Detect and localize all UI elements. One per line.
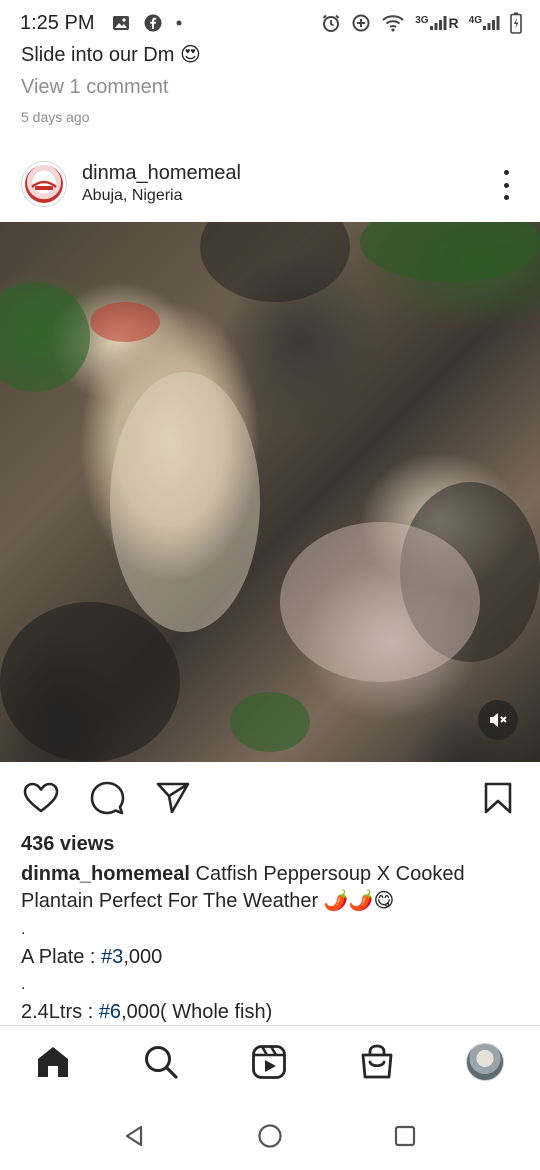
post-location[interactable]: Abuja, Nigeria bbox=[82, 187, 183, 205]
comment-icon bbox=[90, 781, 125, 815]
home-system-button[interactable] bbox=[255, 1121, 285, 1151]
fish-region bbox=[280, 522, 480, 682]
brand-logo bbox=[25, 165, 63, 203]
post-timestamp: 5 days ago bbox=[21, 109, 90, 125]
leaf-region bbox=[0, 282, 90, 392]
leaf-region bbox=[230, 692, 310, 752]
nav-reels[interactable] bbox=[249, 1042, 289, 1082]
caption-separator: . bbox=[21, 976, 26, 993]
price-value: ,000 bbox=[123, 946, 163, 968]
profile-avatar bbox=[466, 1043, 504, 1081]
mobile-signal-2: 4G bbox=[469, 15, 500, 31]
caption-separator: . bbox=[21, 921, 26, 938]
roaming-label: R bbox=[448, 15, 459, 31]
post-actions bbox=[0, 776, 540, 820]
status-time: 1:25 PM bbox=[20, 11, 95, 34]
price-value: ,000( Whole fish) bbox=[121, 1001, 273, 1023]
bookmark-icon bbox=[484, 782, 512, 814]
heart-icon bbox=[23, 782, 59, 813]
recents-square-icon bbox=[394, 1125, 416, 1147]
network-3g-label: 3G bbox=[415, 15, 429, 26]
back-button[interactable] bbox=[119, 1121, 149, 1151]
shop-icon bbox=[361, 1044, 393, 1079]
back-triangle-icon bbox=[125, 1125, 143, 1147]
wifi-icon bbox=[381, 13, 405, 33]
comment-button[interactable] bbox=[87, 778, 127, 818]
status-system-icons: 3G R 4G bbox=[321, 12, 522, 34]
mute-button[interactable] bbox=[478, 700, 518, 740]
network-4g-label: 4G bbox=[468, 15, 482, 26]
post-header: dinma_homemeal Abuja, Nigeria bbox=[0, 154, 540, 220]
nav-home[interactable] bbox=[33, 1042, 73, 1082]
view-count: 436 views bbox=[21, 833, 115, 855]
mobile-signal-1: 3G R bbox=[415, 15, 458, 31]
home-icon bbox=[38, 1047, 68, 1077]
save-button[interactable] bbox=[478, 778, 518, 818]
recents-button[interactable] bbox=[390, 1121, 420, 1151]
status-bar: 1:25 PM 3G R 4G bbox=[0, 0, 540, 46]
like-button[interactable] bbox=[21, 778, 61, 818]
post-video[interactable] bbox=[0, 222, 540, 762]
status-notification-icons bbox=[112, 14, 182, 32]
home-circle-icon bbox=[258, 1124, 282, 1148]
nav-search[interactable] bbox=[141, 1042, 181, 1082]
nav-profile[interactable] bbox=[465, 1042, 505, 1082]
price-label: A Plate : bbox=[21, 946, 102, 968]
alarm-icon bbox=[321, 13, 341, 33]
facebook-icon bbox=[144, 14, 162, 32]
post-caption: dinma_homemeal Catfish Peppersoup X Cook… bbox=[21, 861, 521, 915]
more-options-icon[interactable] bbox=[494, 170, 518, 200]
post-username[interactable]: dinma_homemeal bbox=[82, 162, 241, 185]
hashtag-link[interactable]: #6 bbox=[99, 1001, 121, 1023]
gallery-icon bbox=[112, 15, 130, 31]
bottom-navigation bbox=[0, 1025, 540, 1099]
dot-icon bbox=[176, 20, 182, 26]
battery-icon bbox=[510, 12, 522, 34]
previous-post-caption: Slide into our Dm 😍 bbox=[21, 44, 201, 66]
hashtag-link[interactable]: #3 bbox=[101, 946, 123, 968]
fish-region bbox=[110, 372, 260, 632]
leaf-region bbox=[360, 222, 540, 282]
price-label: 2.4Ltrs : bbox=[21, 1001, 99, 1023]
signal-bars-icon bbox=[483, 16, 500, 30]
view-comments-link[interactable]: View 1 comment bbox=[21, 76, 168, 99]
price-line-liters: 2.4Ltrs : #6,000( Whole fish) bbox=[21, 1001, 272, 1024]
dark-region bbox=[200, 222, 350, 302]
data-saver-icon bbox=[351, 13, 371, 33]
share-button[interactable] bbox=[153, 778, 193, 818]
signal-bars-icon bbox=[429, 16, 447, 30]
price-line-plate: A Plate : #3,000 bbox=[21, 946, 162, 969]
muted-speaker-icon bbox=[490, 713, 507, 727]
profile-avatar[interactable] bbox=[21, 161, 67, 207]
send-icon bbox=[156, 782, 190, 814]
system-navigation bbox=[0, 1099, 540, 1170]
reels-icon bbox=[252, 1045, 286, 1079]
search-icon bbox=[145, 1046, 178, 1079]
pepper-highlight bbox=[90, 302, 160, 342]
dark-region bbox=[0, 602, 180, 762]
nav-shop[interactable] bbox=[357, 1042, 397, 1082]
caption-username[interactable]: dinma_homemeal bbox=[21, 863, 190, 885]
